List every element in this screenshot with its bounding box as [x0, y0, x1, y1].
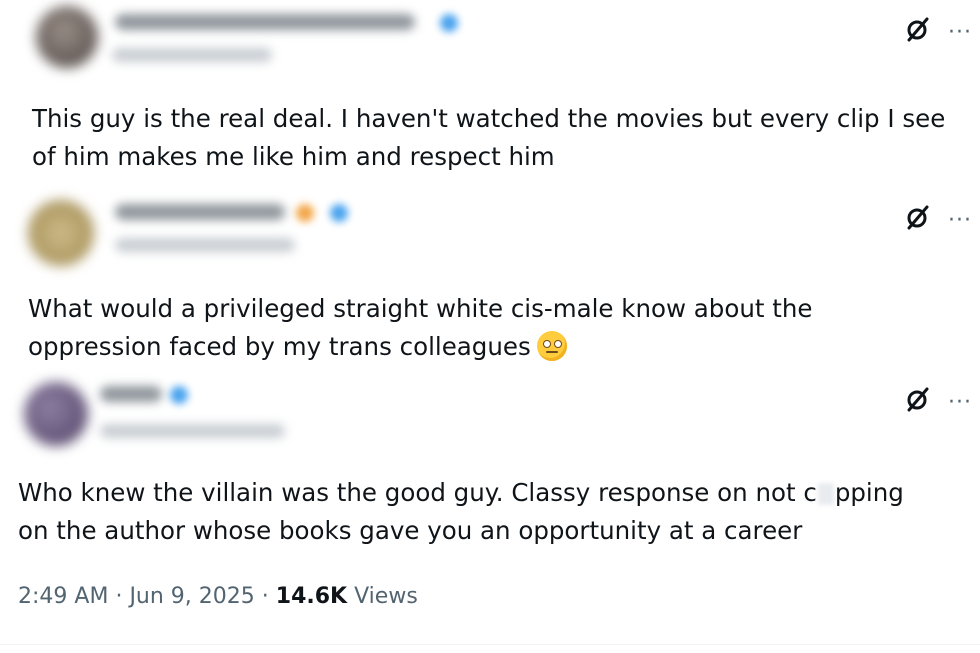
affiliate-badge-icon — [296, 204, 314, 222]
views-label: Views — [354, 584, 418, 609]
username-blurred[interactable] — [112, 48, 272, 62]
post-text-line: oppression faced by my trans colleagues — [28, 332, 531, 361]
grok-icon[interactable] — [905, 386, 931, 412]
rolling-eyes-emoji-icon — [536, 331, 567, 361]
post-text: Who knew the villain was the good guy. C… — [18, 474, 904, 550]
post-text-line: pping — [834, 478, 904, 507]
grok-icon[interactable] — [905, 16, 931, 42]
avatar[interactable] — [24, 382, 88, 446]
display-name-blurred[interactable] — [100, 386, 162, 402]
more-options-icon[interactable]: ··· — [948, 210, 972, 232]
verified-badge-icon — [170, 386, 188, 404]
verified-badge-icon — [330, 204, 348, 222]
reply-post[interactable]: ··· Who knew the villain was the good gu… — [0, 370, 980, 570]
post-text-line: of him makes me like him and respect him — [32, 142, 555, 171]
post-date[interactable]: Jun 9, 2025 — [129, 584, 254, 609]
username-blurred[interactable] — [100, 424, 285, 438]
divider — [0, 644, 980, 645]
separator-dot: · — [115, 584, 123, 609]
post-time[interactable]: 2:49 AM — [18, 584, 108, 609]
separator-dot: · — [261, 584, 269, 609]
post-text-line: on the author whose books gave you an op… — [18, 516, 803, 545]
more-options-icon[interactable]: ··· — [948, 392, 972, 414]
reply-post[interactable]: ··· What would a privileged straight whi… — [0, 182, 980, 370]
post-text-line: This guy is the real deal. I haven't wat… — [32, 104, 946, 133]
post-text-line: What would a privileged straight white c… — [28, 294, 813, 323]
verified-badge-icon — [440, 14, 458, 32]
post-text-line: Who knew the villain was the good guy. C… — [18, 478, 817, 507]
display-name-blurred[interactable] — [115, 204, 285, 220]
redaction-smudge — [817, 483, 834, 505]
avatar[interactable] — [28, 200, 94, 266]
avatar[interactable] — [36, 6, 98, 68]
more-options-icon[interactable]: ··· — [948, 22, 972, 44]
username-blurred[interactable] — [115, 238, 295, 252]
post-text: What would a privileged straight white c… — [28, 290, 812, 366]
grok-icon[interactable] — [905, 204, 931, 230]
display-name-blurred[interactable] — [115, 14, 415, 30]
post-text: This guy is the real deal. I haven't wat… — [32, 100, 945, 176]
views-count: 14.6K — [275, 584, 348, 609]
post-metadata: 2:49 AM · Jun 9, 2025 · 14.6K Views — [18, 584, 418, 609]
reply-post[interactable]: ··· This guy is the real deal. I haven't… — [0, 0, 980, 182]
